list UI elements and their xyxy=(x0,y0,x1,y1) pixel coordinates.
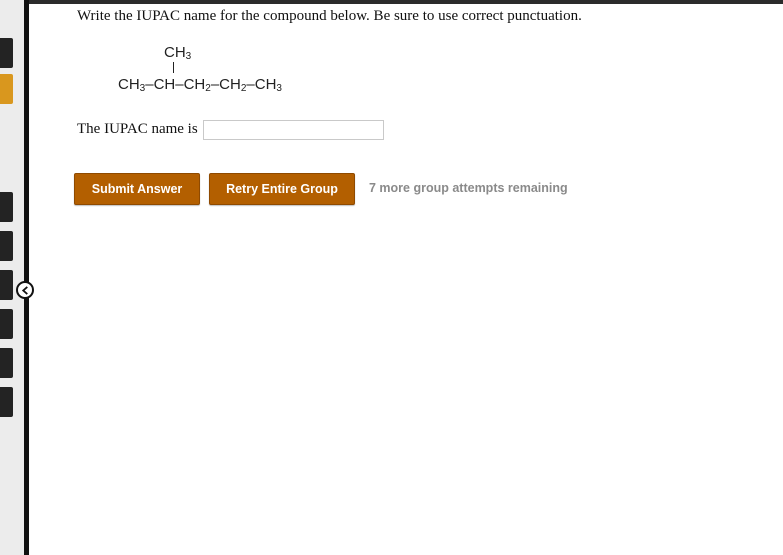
structure-main-chain: CH3–CH–CH2–CH2–CH3 xyxy=(118,76,282,94)
iupac-name-input[interactable] xyxy=(203,120,384,140)
rail-tab-3[interactable] xyxy=(0,192,13,222)
answer-label: The IUPAC name is xyxy=(77,121,198,137)
collapse-sidebar-button[interactable] xyxy=(16,281,34,299)
chain-part: –CH3 xyxy=(246,76,282,94)
rail-tab-4[interactable] xyxy=(0,231,13,261)
rail-tab-7[interactable] xyxy=(0,348,13,378)
rail-tab-active[interactable] xyxy=(0,74,13,104)
left-rail xyxy=(0,0,24,555)
top-strip xyxy=(0,0,783,4)
submit-answer-button[interactable]: Submit Answer xyxy=(74,173,200,205)
chevron-left-icon xyxy=(21,285,28,295)
rail-tab-1[interactable] xyxy=(0,38,13,68)
question-prompt: Write the IUPAC name for the compound be… xyxy=(77,8,582,24)
structure-branch-bond xyxy=(173,62,174,73)
rail-tab-5[interactable] xyxy=(0,270,13,300)
retry-group-button[interactable]: Retry Entire Group xyxy=(209,173,355,205)
rail-tab-6[interactable] xyxy=(0,309,13,339)
chain-part: –CH2 xyxy=(210,76,247,94)
rail-tab-8[interactable] xyxy=(0,387,13,417)
chain-part: CH3 xyxy=(118,76,146,94)
attempts-remaining-text: 7 more group attempts remaining xyxy=(369,181,568,195)
rail-divider xyxy=(24,0,29,555)
chemical-structure: CH3 CH3–CH–CH2–CH2–CH3 xyxy=(118,41,358,101)
structure-branch: CH3 xyxy=(164,44,192,62)
chain-part: –CH–CH2 xyxy=(145,76,211,94)
